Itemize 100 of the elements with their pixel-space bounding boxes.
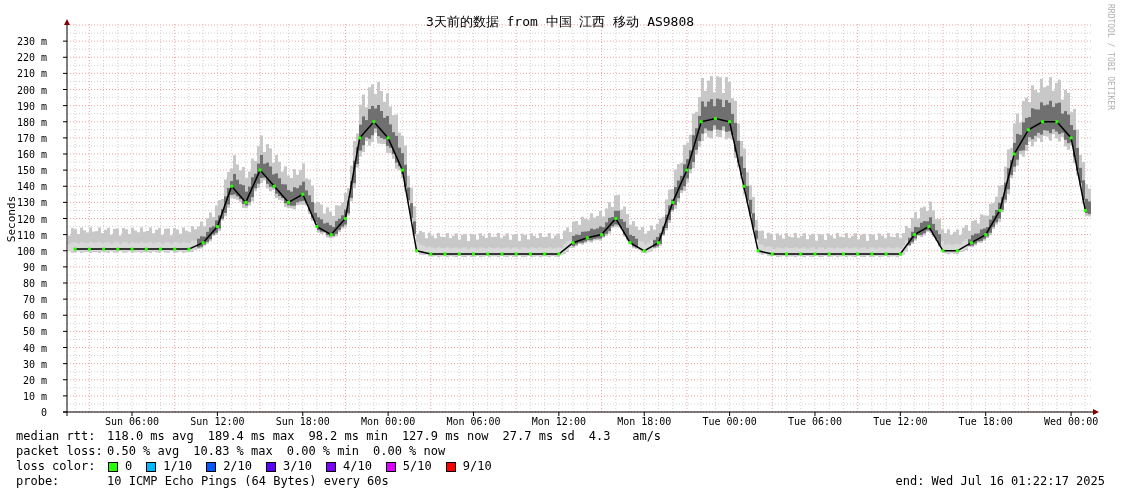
- y-tick-label: 90 m: [22, 261, 47, 273]
- data-point: [557, 252, 561, 256]
- data-point: [486, 252, 490, 256]
- data-point: [600, 233, 604, 237]
- y-tick-label: 120 m: [16, 213, 47, 225]
- legend-value: 2/10: [223, 459, 253, 474]
- data-point: [287, 200, 291, 204]
- legend-value: 5/10: [402, 459, 432, 474]
- data-point: [173, 247, 177, 251]
- x-tick-label: Tue 12:00: [873, 416, 928, 427]
- data-point: [827, 252, 831, 256]
- x-tick-label: Sun 06:00: [104, 416, 160, 427]
- data-point: [87, 247, 91, 251]
- data-point: [472, 252, 475, 256]
- data-point: [215, 225, 219, 229]
- legend-value: 27.7 ms sd: [502, 429, 575, 444]
- data-point: [315, 225, 319, 229]
- legend-label: median rtt:: [16, 429, 97, 444]
- legend-value: 118.0 ms avg: [107, 429, 194, 444]
- data-point: [1041, 120, 1045, 124]
- legend-value: 0.00 % now: [373, 444, 446, 459]
- legend-value: 0.50 % avg: [107, 444, 180, 459]
- y-tick-label: 0: [40, 407, 47, 418]
- data-point: [543, 252, 547, 256]
- data-point: [1026, 128, 1030, 132]
- data-point: [1083, 208, 1087, 212]
- data-point: [713, 117, 717, 121]
- data-point: [73, 247, 77, 251]
- data-point: [272, 184, 276, 188]
- data-point: [500, 252, 504, 256]
- y-tick-label: 170 m: [16, 132, 47, 144]
- data-point: [201, 241, 205, 245]
- legend-value: 4/10: [342, 459, 372, 474]
- data-point: [913, 233, 917, 237]
- data-point: [343, 217, 347, 220]
- y-tick-label: 100 m: [16, 245, 47, 257]
- y-tick-label: 210 m: [16, 68, 47, 80]
- legend-label: loss color:: [16, 459, 97, 474]
- y-tick-label: 20 m: [22, 374, 47, 386]
- data-point: [358, 136, 362, 140]
- legend-value: 3/10: [283, 459, 312, 474]
- data-point: [941, 249, 945, 253]
- x-tick-label: Sun 12:00: [190, 416, 245, 427]
- data-point: [785, 252, 788, 256]
- data-point: [984, 233, 988, 237]
- data-point: [628, 241, 632, 245]
- data-point: [756, 249, 760, 253]
- data-point: [585, 236, 589, 240]
- legend-label: packet loss:: [16, 444, 104, 459]
- x-tick-label: Tue 18:00: [958, 416, 1013, 427]
- data-point: [386, 136, 390, 140]
- data-point: [742, 184, 746, 188]
- legend-value: 0: [125, 459, 133, 474]
- y-tick-label: 110 m: [16, 229, 47, 241]
- data-point: [144, 247, 148, 251]
- legend-value: 9/10: [462, 459, 492, 474]
- data-point: [429, 252, 433, 256]
- y-tick-label: 140 m: [16, 181, 47, 193]
- y-tick-label: 60 m: [22, 310, 47, 322]
- y-tick-label: 190 m: [16, 100, 47, 112]
- data-point: [799, 252, 803, 256]
- data-point: [728, 120, 732, 124]
- data-point: [1069, 136, 1073, 140]
- data-point: [841, 252, 845, 256]
- data-point: [1012, 152, 1016, 156]
- data-point: [927, 225, 931, 229]
- data-point: [898, 252, 902, 256]
- data-point: [970, 241, 973, 245]
- y-tick-label: 180 m: [16, 116, 47, 128]
- data-point: [870, 252, 874, 256]
- data-point: [856, 252, 860, 256]
- legend-value: 189.4 ms max: [207, 429, 295, 444]
- data-point: [656, 241, 660, 245]
- data-point: [998, 208, 1002, 212]
- data-point: [329, 233, 333, 237]
- x-tick-label: Tue 00:00: [702, 416, 757, 427]
- y-axis-title: Seconds: [5, 195, 18, 243]
- data-point: [884, 252, 888, 256]
- y-tick-label: 50 m: [22, 326, 47, 338]
- legend-value: 4.3 am/s: [588, 429, 662, 444]
- y-tick-label: 70 m: [22, 294, 47, 306]
- data-point: [528, 252, 532, 256]
- legend-value: 98.2 ms min: [308, 429, 388, 444]
- chart-title: 3天前的数据 from 中国 江西 移动 AS9808: [425, 14, 695, 29]
- data-point: [685, 168, 689, 172]
- data-point: [159, 247, 162, 251]
- data-point: [301, 192, 305, 196]
- y-tick-label: 40 m: [22, 342, 47, 354]
- x-tick-label: Mon 00:00: [361, 416, 416, 427]
- data-point: [400, 168, 404, 172]
- data-point: [372, 120, 376, 124]
- data-point: [130, 247, 134, 251]
- y-tick-label: 230 m: [16, 36, 47, 48]
- legend-value: 10 ICMP Echo Pings (64 Bytes) every 60s: [107, 474, 389, 489]
- y-tick-label: 80 m: [22, 278, 47, 289]
- y-tick-label: 10 m: [22, 390, 47, 402]
- legend-value: 127.9 ms now: [401, 429, 489, 444]
- credit-text: RRDTOOL / TOBI OETIKER: [1106, 4, 1114, 112]
- x-tick-label: Mon 06:00: [446, 416, 501, 427]
- x-tick-label: Mon 18:00: [617, 416, 672, 427]
